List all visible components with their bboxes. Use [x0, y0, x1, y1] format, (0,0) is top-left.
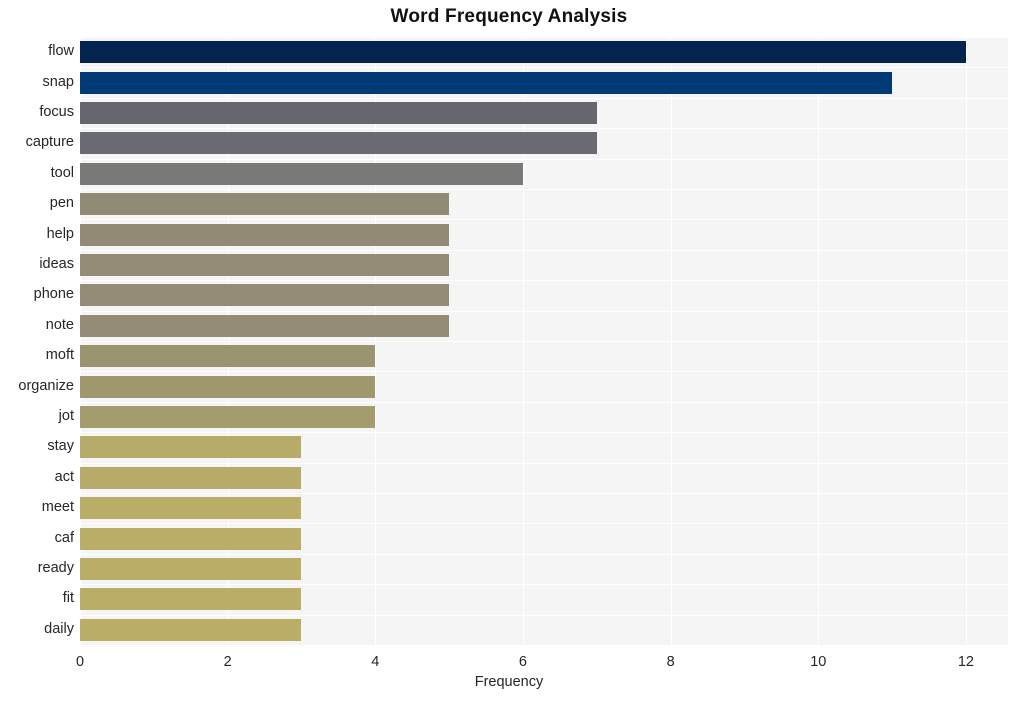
x-axis-tick-label: 10 [810, 654, 827, 670]
bar [80, 376, 375, 398]
gridline-horizontal [80, 250, 1008, 251]
y-axis-tick-labels: flow snap focus capture tool pen help ideas phon… [0, 37, 74, 645]
gridline-horizontal [80, 37, 1008, 38]
x-axis-tick-label: 8 [666, 654, 675, 670]
gridline-horizontal [80, 493, 1008, 494]
x-axis-tick-label: 4 [371, 654, 380, 670]
x-axis-tick-labels: 0 2 4 6 8 10 12 [76, 645, 1008, 673]
bar [80, 528, 301, 550]
bar [80, 254, 449, 276]
y-axis-tick-label: note [45, 317, 74, 333]
gridline-horizontal [80, 128, 1008, 129]
y-axis-tick-label: meet [41, 499, 74, 515]
gridline-vertical [671, 37, 672, 645]
gridline-horizontal [80, 67, 1008, 68]
y-axis-tick-label: stay [47, 438, 74, 454]
x-axis-tick-label: 2 [223, 654, 232, 670]
y-axis-tick-label: ready [37, 560, 74, 576]
gridline-horizontal [80, 554, 1008, 555]
gridline-horizontal [80, 463, 1008, 464]
bar [80, 497, 301, 519]
y-axis-tick-label: help [46, 226, 74, 242]
gridline-horizontal [80, 341, 1008, 342]
y-axis-tick-label: fit [62, 590, 74, 606]
bar [80, 284, 449, 306]
gridline-vertical [818, 37, 819, 645]
bar [80, 345, 375, 367]
bar [80, 72, 892, 94]
plot-area [80, 37, 1008, 646]
word-frequency-bar-chart: Word Frequency Analysis flow snap focus cap… [0, 0, 1018, 701]
gridline-horizontal [80, 523, 1008, 524]
bar [80, 588, 301, 610]
y-axis-tick-label: snap [42, 74, 74, 90]
x-axis-title: Frequency [474, 674, 544, 690]
gridline-vertical [80, 37, 81, 645]
y-axis-tick-label: act [54, 469, 74, 485]
bar [80, 193, 449, 215]
x-axis-tick-label: 6 [518, 654, 527, 670]
chart-title: Word Frequency Analysis [390, 6, 628, 27]
gridline-horizontal [80, 402, 1008, 403]
bar [80, 163, 523, 185]
y-axis-tick-label: focus [39, 104, 74, 120]
y-axis-tick-label: caf [54, 530, 74, 546]
y-axis-tick-label: pen [49, 195, 74, 211]
y-axis-tick-label: ideas [39, 256, 74, 272]
y-axis-tick-label: flow [48, 43, 74, 59]
gridline-horizontal [80, 98, 1008, 99]
gridline-horizontal [80, 615, 1008, 616]
bar [80, 41, 966, 63]
gridline-horizontal [80, 584, 1008, 585]
bar [80, 558, 301, 580]
bar [80, 467, 301, 489]
gridline-vertical [523, 37, 524, 645]
bar [80, 619, 301, 641]
gridline-vertical [375, 37, 376, 645]
gridline-vertical [966, 37, 967, 645]
x-axis-tick-label: 12 [957, 654, 974, 670]
gridline-horizontal [80, 371, 1008, 372]
bar [80, 102, 597, 124]
gridline-horizontal [80, 432, 1008, 433]
bar [80, 224, 449, 246]
gridline-horizontal [80, 280, 1008, 281]
bar [80, 132, 597, 154]
y-axis-tick-label: phone [33, 286, 74, 302]
gridline-horizontal [80, 159, 1008, 160]
y-axis-tick-label: capture [25, 134, 74, 150]
y-axis-tick-label: tool [50, 165, 74, 181]
gridline-horizontal [80, 189, 1008, 190]
gridline-vertical [228, 37, 229, 645]
y-axis-tick-label: organize [18, 378, 74, 394]
gridline-horizontal [80, 311, 1008, 312]
bar [80, 406, 375, 428]
gridline-horizontal [80, 219, 1008, 220]
bar [80, 436, 301, 458]
y-axis-tick-label: daily [44, 621, 74, 637]
bar [80, 315, 449, 337]
x-axis-tick-label: 0 [75, 654, 85, 670]
y-axis-tick-label: jot [58, 408, 74, 424]
y-axis-tick-label: moft [45, 347, 74, 363]
